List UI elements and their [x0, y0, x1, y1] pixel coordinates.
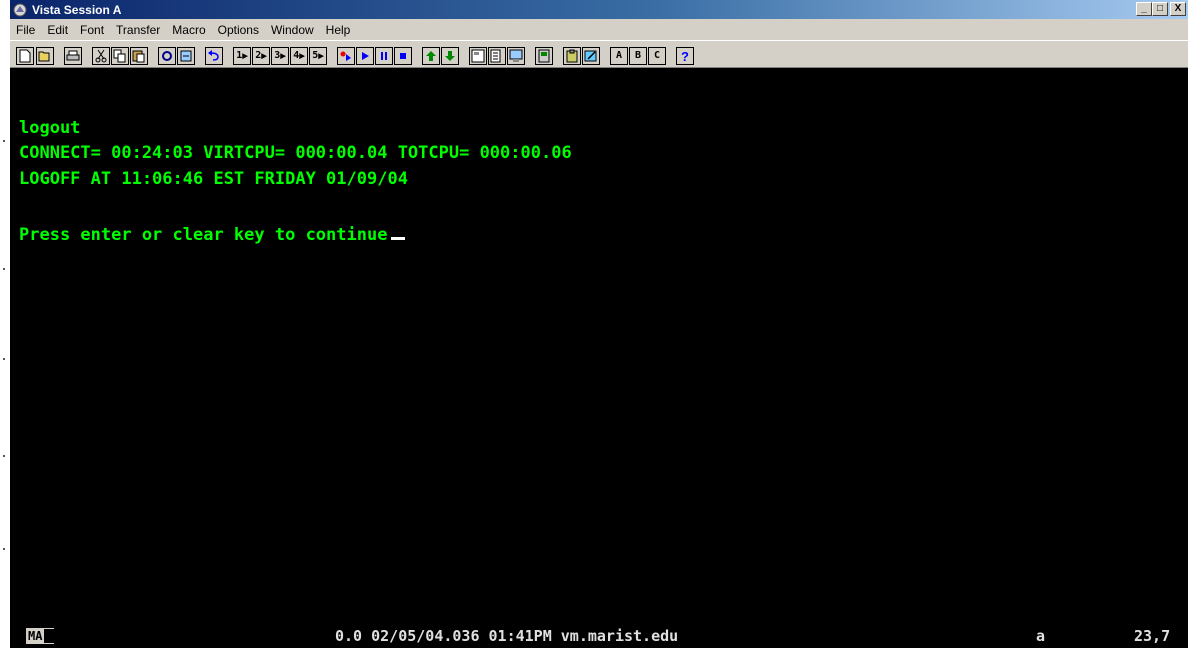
- menu-window[interactable]: Window: [265, 23, 320, 37]
- pause-icon[interactable]: [375, 47, 393, 65]
- key-a-button[interactable]: A: [610, 47, 628, 65]
- page-up-icon[interactable]: [422, 47, 440, 65]
- terminal-top: [10, 68, 1188, 112]
- minimize-button[interactable]: _: [1136, 2, 1152, 16]
- screen-capture-icon[interactable]: [507, 47, 525, 65]
- document-list-icon[interactable]: [488, 47, 506, 65]
- copy-icon[interactable]: [111, 47, 129, 65]
- status-session-letter: a: [1036, 627, 1046, 645]
- status-mode: MA: [28, 629, 43, 643]
- cut-icon[interactable]: [92, 47, 110, 65]
- close-button[interactable]: X: [1170, 2, 1186, 16]
- transfer-icon[interactable]: [177, 47, 195, 65]
- macro-4-button[interactable]: 4 ▶: [290, 47, 308, 65]
- menu-file[interactable]: File: [10, 23, 41, 37]
- open-folder-icon[interactable]: [36, 47, 54, 65]
- terminal-prompt-text: Press enter or clear key to continue: [19, 225, 388, 245]
- status-session-info: 0.0 02/05/04.036 01:41PM vm.marist.edu: [335, 627, 679, 645]
- toolbar: 1 ▶ 2 ▶ 3 ▶ 4 ▶ 5 ▶ A B C ?: [10, 40, 1188, 68]
- properties-icon[interactable]: [469, 47, 487, 65]
- macro-3-button[interactable]: 3 ▶: [271, 47, 289, 65]
- menu-help[interactable]: Help: [320, 23, 357, 37]
- key-b-button[interactable]: B: [629, 47, 647, 65]
- macro-2-button[interactable]: 2 ▶: [252, 47, 270, 65]
- undo-icon[interactable]: [205, 47, 223, 65]
- macro-1-button[interactable]: 1 ▶: [233, 47, 251, 65]
- notes-icon[interactable]: [582, 47, 600, 65]
- paste-icon[interactable]: [130, 47, 148, 65]
- menu-options[interactable]: Options: [212, 23, 265, 37]
- terminal-line-connect: CONNECT= 00:24:03 VIRTCPU= 000:00.04 TOT…: [19, 143, 572, 163]
- macro-5-button[interactable]: 5 ▶: [309, 47, 327, 65]
- application-window: Vista Session A _ □ X File Edit Font Tra…: [0, 0, 1188, 648]
- app-icon[interactable]: [12, 2, 28, 18]
- window-title: Vista Session A: [32, 2, 122, 17]
- terminal-line-prompt: Press enter or clear key to continue: [19, 225, 406, 245]
- maximize-button[interactable]: □: [1152, 2, 1168, 16]
- record-icon[interactable]: [337, 47, 355, 65]
- play-icon[interactable]: [356, 47, 374, 65]
- menu-font[interactable]: Font: [74, 23, 110, 37]
- status-bar: MA 0.0 02/05/04.036 01:41PM vm.marist.ed…: [10, 622, 1188, 648]
- terminal-line-logout: logout: [19, 118, 81, 138]
- key-c-button[interactable]: C: [648, 47, 666, 65]
- menu-bar: File Edit Font Transfer Macro Options Wi…: [10, 19, 1188, 40]
- help-button[interactable]: ?: [676, 47, 694, 65]
- menu-edit[interactable]: Edit: [41, 23, 74, 37]
- clipboard-icon[interactable]: [563, 47, 581, 65]
- terminal-line-logoff: LOGOFF AT 11:06:46 EST FRIDAY 01/09/04: [19, 169, 408, 189]
- page-down-icon[interactable]: [441, 47, 459, 65]
- desktop-edge: [0, 0, 10, 648]
- stop-icon[interactable]: [394, 47, 412, 65]
- text-cursor: [391, 237, 406, 240]
- keyboard-map-icon[interactable]: [535, 47, 553, 65]
- status-block-indicator: [44, 629, 54, 643]
- status-mode-indicator: MA: [26, 628, 54, 644]
- menu-macro[interactable]: Macro: [166, 23, 211, 37]
- title-bar: Vista Session A _ □ X: [10, 0, 1188, 19]
- new-document-icon[interactable]: [16, 47, 34, 65]
- refresh-icon[interactable]: [158, 47, 176, 65]
- print-icon[interactable]: [64, 47, 82, 65]
- status-cursor-position: 23,7: [1134, 627, 1171, 645]
- menu-transfer[interactable]: Transfer: [110, 23, 166, 37]
